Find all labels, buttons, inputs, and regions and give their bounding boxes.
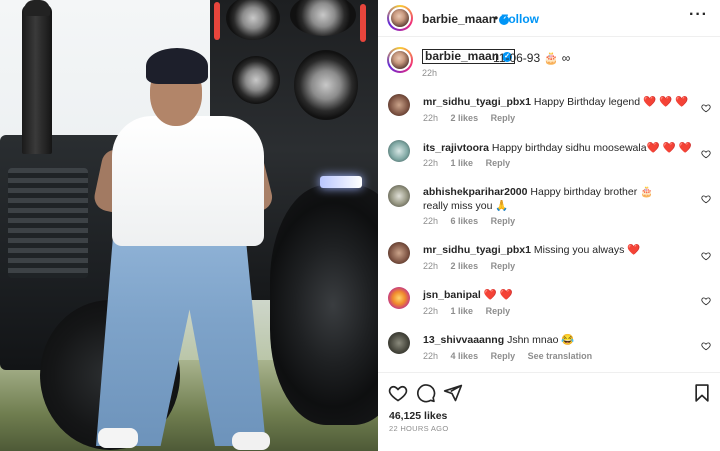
- comment-text: Happy birthday sidhu moosewala❤️ ❤️ ❤️: [491, 142, 692, 154]
- commenter-avatar[interactable]: [388, 287, 410, 309]
- comment-meta: 22h 2 likes Reply: [423, 113, 525, 123]
- comment-likes[interactable]: 1 like: [451, 306, 474, 316]
- comment-text: Jshn mnao 😂: [507, 334, 575, 346]
- photo-tractor-grille: [8, 168, 88, 278]
- comment-time[interactable]: 22h: [423, 158, 438, 168]
- heart-outline-icon[interactable]: [701, 248, 711, 261]
- header-separator: •: [494, 11, 499, 25]
- follow-button[interactable]: Follow: [501, 12, 539, 26]
- heart-outline-icon[interactable]: [701, 293, 711, 306]
- reply-button[interactable]: Reply: [486, 158, 511, 168]
- photo-exhaust-cap: [24, 0, 50, 16]
- post-details-panel: barbie_maan ✓ • Follow ··· barbie_maan ✓ 1…: [378, 0, 720, 451]
- comment-body: its_rajivtoora Happy birthday sidhu moos…: [423, 141, 693, 155]
- photo-person-shirt: [112, 116, 264, 246]
- caption-avatar-image: [389, 49, 411, 71]
- comment-username[interactable]: jsn_banipal: [423, 289, 481, 301]
- comment-likes[interactable]: 2 likes: [451, 113, 479, 123]
- likes-count[interactable]: 46,125 likes: [389, 410, 447, 422]
- photo-person-shoe: [232, 432, 270, 450]
- comment-username[interactable]: abhishekparihar2000: [423, 186, 527, 198]
- heart-outline-icon[interactable]: [701, 100, 711, 113]
- heart-outline-icon[interactable]: [701, 146, 711, 159]
- commenter-avatar[interactable]: [388, 185, 410, 207]
- comment-likes[interactable]: 1 like: [451, 158, 474, 168]
- post-actions-bar: [378, 372, 720, 408]
- comment-body: mr_sidhu_tyagi_pbx1 Missing you always ❤…: [423, 243, 693, 257]
- see-translation-button[interactable]: See translation: [528, 351, 593, 361]
- reply-button[interactable]: Reply: [491, 216, 516, 226]
- comment-time[interactable]: 22h: [423, 113, 438, 123]
- comment-time[interactable]: 22h: [423, 306, 438, 316]
- photo-speaker: [232, 56, 280, 104]
- heart-outline-icon[interactable]: [701, 191, 711, 204]
- caption-text: 11-06-93 🎂 ∞: [493, 51, 571, 65]
- comment-meta: 22h 4 likes Reply See translation: [423, 351, 602, 361]
- photo-red-light: [214, 2, 220, 40]
- comment-username[interactable]: 13_shivvaaanng: [423, 334, 504, 346]
- comment-icon[interactable]: [416, 383, 436, 403]
- caption-avatar[interactable]: [387, 47, 413, 73]
- author-username-text[interactable]: barbie_maan: [422, 12, 496, 26]
- comment-time[interactable]: 22h: [423, 216, 438, 226]
- photo-tractor-wheel: [270, 185, 378, 425]
- comment-username[interactable]: its_rajivtoora: [423, 142, 489, 154]
- comment-meta: 22h 6 likes Reply: [423, 216, 525, 226]
- post-header: barbie_maan ✓ • Follow ···: [378, 0, 720, 37]
- commenter-avatar[interactable]: [388, 140, 410, 162]
- comment-body: mr_sidhu_tyagi_pbx1 Happy Birthday legen…: [423, 95, 693, 109]
- share-icon[interactable]: [443, 383, 463, 403]
- comment-text: Missing you always ❤️: [533, 244, 641, 256]
- comment-likes[interactable]: 6 likes: [451, 216, 479, 226]
- caption-username-text[interactable]: barbie_maan: [425, 49, 499, 63]
- comment-meta: 22h 1 like Reply: [423, 306, 520, 316]
- more-options-icon[interactable]: ···: [689, 6, 708, 24]
- post-photo[interactable]: [0, 0, 378, 451]
- comment-time[interactable]: 22h: [423, 351, 438, 361]
- comment-username[interactable]: mr_sidhu_tyagi_pbx1: [423, 244, 531, 256]
- heart-outline-icon[interactable]: [701, 338, 711, 351]
- caption-time[interactable]: 22h: [422, 68, 437, 78]
- post-caption: barbie_maan ✓ 11-06-93 🎂 ∞ 22h: [378, 42, 720, 82]
- photo-person-turban: [146, 48, 208, 84]
- comment-body: abhishekparihar2000 Happy birthday broth…: [423, 185, 678, 213]
- photo-person-shoe: [98, 428, 138, 448]
- commenter-avatar[interactable]: [388, 242, 410, 264]
- comment-text: ❤️ ❤️: [483, 289, 513, 301]
- commenter-avatar[interactable]: [388, 332, 410, 354]
- comment-likes[interactable]: 4 likes: [451, 351, 479, 361]
- reply-button[interactable]: Reply: [486, 306, 511, 316]
- comment-body: jsn_banipal ❤️ ❤️: [423, 288, 693, 302]
- bookmark-icon[interactable]: [692, 383, 712, 403]
- reply-button[interactable]: Reply: [491, 113, 516, 123]
- commenter-avatar[interactable]: [388, 94, 410, 116]
- comment-text: Happy Birthday legend ❤️ ❤️ ❤️: [533, 96, 689, 108]
- reply-button[interactable]: Reply: [491, 261, 516, 271]
- post-time-ago[interactable]: 22 HOURS AGO: [389, 424, 448, 433]
- reply-button[interactable]: Reply: [491, 351, 516, 361]
- comment-username[interactable]: mr_sidhu_tyagi_pbx1: [423, 96, 531, 108]
- author-avatar[interactable]: [387, 5, 413, 31]
- photo-speaker: [294, 50, 358, 120]
- comment-meta: 22h 1 like Reply: [423, 158, 520, 168]
- photo-red-light: [360, 4, 366, 42]
- comment-body: 13_shivvaaanng Jshn mnao 😂: [423, 333, 693, 347]
- photo-exhaust-pipe: [22, 4, 52, 154]
- comment-likes[interactable]: 2 likes: [451, 261, 479, 271]
- heart-icon[interactable]: [388, 383, 408, 403]
- comment-meta: 22h 2 likes Reply: [423, 261, 525, 271]
- author-avatar-image: [389, 7, 411, 29]
- comment-time[interactable]: 22h: [423, 261, 438, 271]
- photo-headlight: [320, 176, 362, 188]
